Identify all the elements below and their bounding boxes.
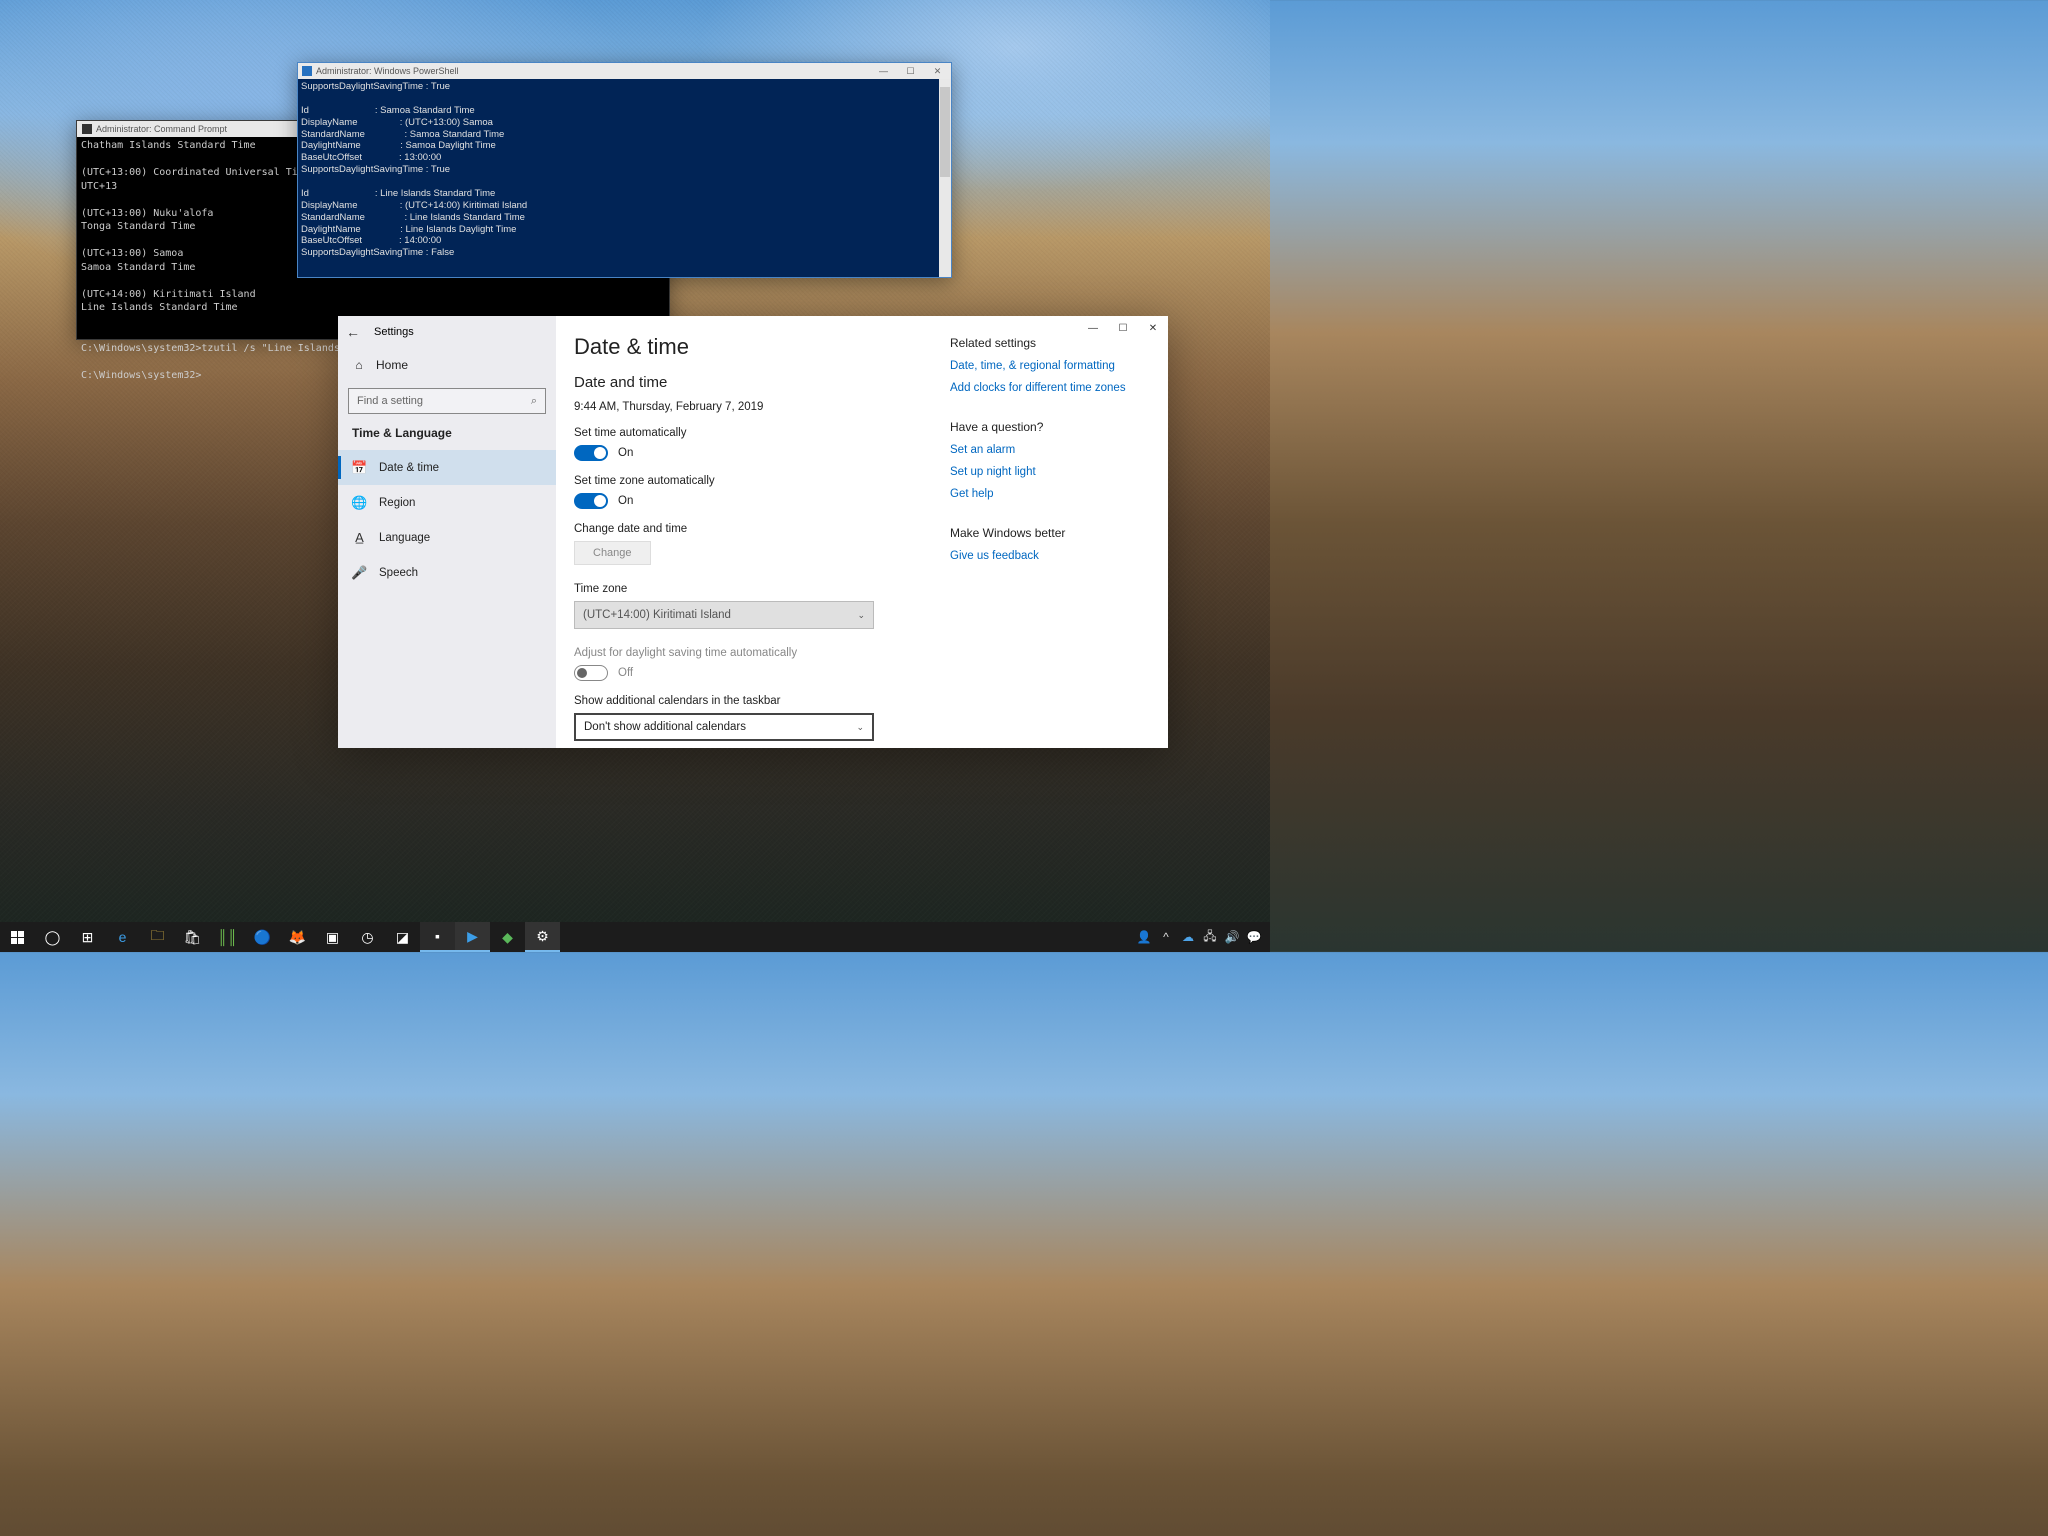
file-explorer-icon[interactable]: 🗀 — [140, 922, 175, 952]
timezone-value: (UTC+14:00) Kiritimati Island — [583, 609, 731, 621]
settings-main-area: Date & time Date and time 9:44 AM, Thurs… — [556, 316, 1168, 748]
link-set-alarm[interactable]: Set an alarm — [950, 444, 1142, 456]
home-label: Home — [376, 358, 408, 372]
ps-icon — [302, 66, 312, 76]
photos-icon[interactable]: ▣ — [315, 922, 350, 952]
addcal-value: Don't show additional calendars — [584, 721, 746, 733]
chevron-down-icon: ⌄ — [856, 722, 864, 733]
nav-region[interactable]: 🌐 Region — [338, 485, 556, 520]
change-dt-label: Change date and time — [574, 523, 940, 535]
nav-date-time[interactable]: 📅 Date & time — [338, 450, 556, 485]
set-time-auto-state: On — [618, 447, 633, 459]
dst-label: Adjust for daylight saving time automati… — [574, 647, 940, 659]
tray-chevron-up-icon[interactable]: ^ — [1156, 930, 1176, 944]
set-time-auto-toggle[interactable] — [574, 445, 608, 461]
set-tz-auto-label: Set time zone automatically — [574, 475, 940, 487]
nav-language-label: Language — [379, 532, 430, 544]
ps-minimize[interactable]: — — [870, 66, 897, 76]
app-icon-3[interactable]: ◆ — [490, 922, 525, 952]
ps-close[interactable]: ✕ — [924, 66, 951, 77]
ps-output[interactable]: SupportsDaylightSavingTime : True Id : S… — [298, 79, 951, 277]
ps-maximize[interactable]: ☐ — [897, 66, 924, 77]
system-tray[interactable]: 👤 ^ ☁ 🖧 🔊 💬 — [1134, 927, 1270, 948]
nav-speech-label: Speech — [379, 567, 418, 579]
taskbar[interactable]: ◯ ⊞ e 🗀 🛍 ║║ 🔵 🦊 ▣ ◷ ◪ ▪ ▶ ◆ ⚙ 👤 ^ ☁ 🖧 🔊… — [0, 922, 1270, 952]
ps-titlebar[interactable]: Administrator: Windows PowerShell — ☐ ✕ — [298, 63, 951, 79]
cmd-icon — [82, 124, 92, 134]
settings-taskbar-button[interactable]: ⚙ — [525, 922, 560, 952]
timezone-dropdown: (UTC+14:00) Kiritimati Island ⌄ — [574, 601, 874, 629]
nav-language[interactable]: A̲ Language — [338, 520, 556, 555]
search-placeholder: Find a setting — [357, 395, 423, 407]
chrome-icon[interactable]: 🔵 — [245, 922, 280, 952]
settings-minimize[interactable]: — — [1078, 316, 1108, 340]
dst-state: Off — [618, 667, 633, 679]
people-icon[interactable]: 👤 — [1134, 930, 1154, 944]
addcal-label: Show additional calendars in the taskbar — [574, 695, 940, 707]
settings-window-controls: — ☐ ✕ — [1078, 316, 1168, 340]
home-icon: ⌂ — [352, 358, 366, 372]
tz-label: Time zone — [574, 583, 940, 595]
ps-scrollbar[interactable] — [939, 79, 951, 277]
page-title: Date & time — [574, 334, 940, 360]
settings-top-row: ← Settings — [338, 316, 556, 348]
link-feedback[interactable]: Give us feedback — [950, 550, 1142, 562]
set-tz-auto-toggle[interactable] — [574, 493, 608, 509]
app-icon-2[interactable]: ◪ — [385, 922, 420, 952]
chevron-down-icon: ⌄ — [857, 610, 865, 621]
ps-output-text: SupportsDaylightSavingTime : True Id : S… — [301, 81, 527, 258]
microphone-icon: 🎤 — [352, 565, 367, 580]
current-datetime: 9:44 AM, Thursday, February 7, 2019 — [574, 401, 940, 413]
change-button: Change — [574, 541, 651, 565]
globe-icon: 🌐 — [352, 495, 367, 510]
home-button[interactable]: ⌂ Home — [338, 348, 556, 382]
firefox-icon[interactable]: 🦊 — [280, 922, 315, 952]
volume-icon[interactable]: 🔊 — [1222, 930, 1242, 944]
better-header: Make Windows better — [950, 526, 1142, 540]
onedrive-icon[interactable]: ☁ — [1178, 930, 1198, 944]
link-add-clocks[interactable]: Add clocks for different time zones — [950, 382, 1142, 394]
app-icon-1[interactable]: ║║ — [210, 922, 245, 952]
powershell-window[interactable]: Administrator: Windows PowerShell — ☐ ✕ … — [297, 62, 952, 278]
search-input[interactable]: Find a setting ⌕ — [348, 388, 546, 414]
addcal-dropdown[interactable]: Don't show additional calendars ⌄ — [574, 713, 874, 741]
settings-label: Settings — [374, 326, 414, 338]
back-icon[interactable]: ← — [346, 324, 360, 340]
nav-date-time-label: Date & time — [379, 462, 439, 474]
action-center-icon[interactable]: 💬 — [1244, 930, 1264, 944]
calendar-icon: 📅 — [352, 460, 367, 475]
cmd-taskbar-button[interactable]: ▪ — [420, 922, 455, 952]
settings-window[interactable]: ← Settings ⌂ Home Find a setting ⌕ Time … — [338, 316, 1168, 748]
cmd-title-text: Administrator: Command Prompt — [96, 124, 227, 134]
nav-speech[interactable]: 🎤 Speech — [338, 555, 556, 590]
set-time-auto-label: Set time automatically — [574, 427, 940, 439]
question-header: Have a question? — [950, 420, 1142, 434]
link-get-help[interactable]: Get help — [950, 488, 1142, 500]
store-icon[interactable]: 🛍 — [175, 922, 210, 952]
set-tz-auto-state: On — [618, 495, 633, 507]
nav-region-label: Region — [379, 497, 415, 509]
settings-content: Date & time Date and time 9:44 AM, Thurs… — [574, 316, 950, 748]
link-night-light[interactable]: Set up night light — [950, 466, 1142, 478]
task-view-button[interactable]: ⊞ — [70, 922, 105, 952]
search-icon: ⌕ — [531, 395, 537, 408]
settings-maximize[interactable]: ☐ — [1108, 316, 1138, 340]
clock-icon[interactable]: ◷ — [350, 922, 385, 952]
section-title: Date and time — [574, 374, 940, 391]
category-header: Time & Language — [338, 424, 556, 450]
cortana-button[interactable]: ◯ — [35, 922, 70, 952]
settings-sidebar: ← Settings ⌂ Home Find a setting ⌕ Time … — [338, 316, 556, 748]
powershell-taskbar-button[interactable]: ▶ — [455, 922, 490, 952]
start-button[interactable] — [0, 922, 35, 952]
language-icon: A̲ — [352, 530, 367, 545]
settings-links-panel: Related settings Date, time, & regional … — [950, 316, 1150, 748]
network-icon[interactable]: 🖧 — [1200, 927, 1220, 948]
link-regional-formatting[interactable]: Date, time, & regional formatting — [950, 360, 1142, 372]
edge-icon[interactable]: e — [105, 922, 140, 952]
ps-title-text: Administrator: Windows PowerShell — [316, 66, 870, 76]
settings-close[interactable]: ✕ — [1138, 316, 1168, 340]
dst-toggle — [574, 665, 608, 681]
